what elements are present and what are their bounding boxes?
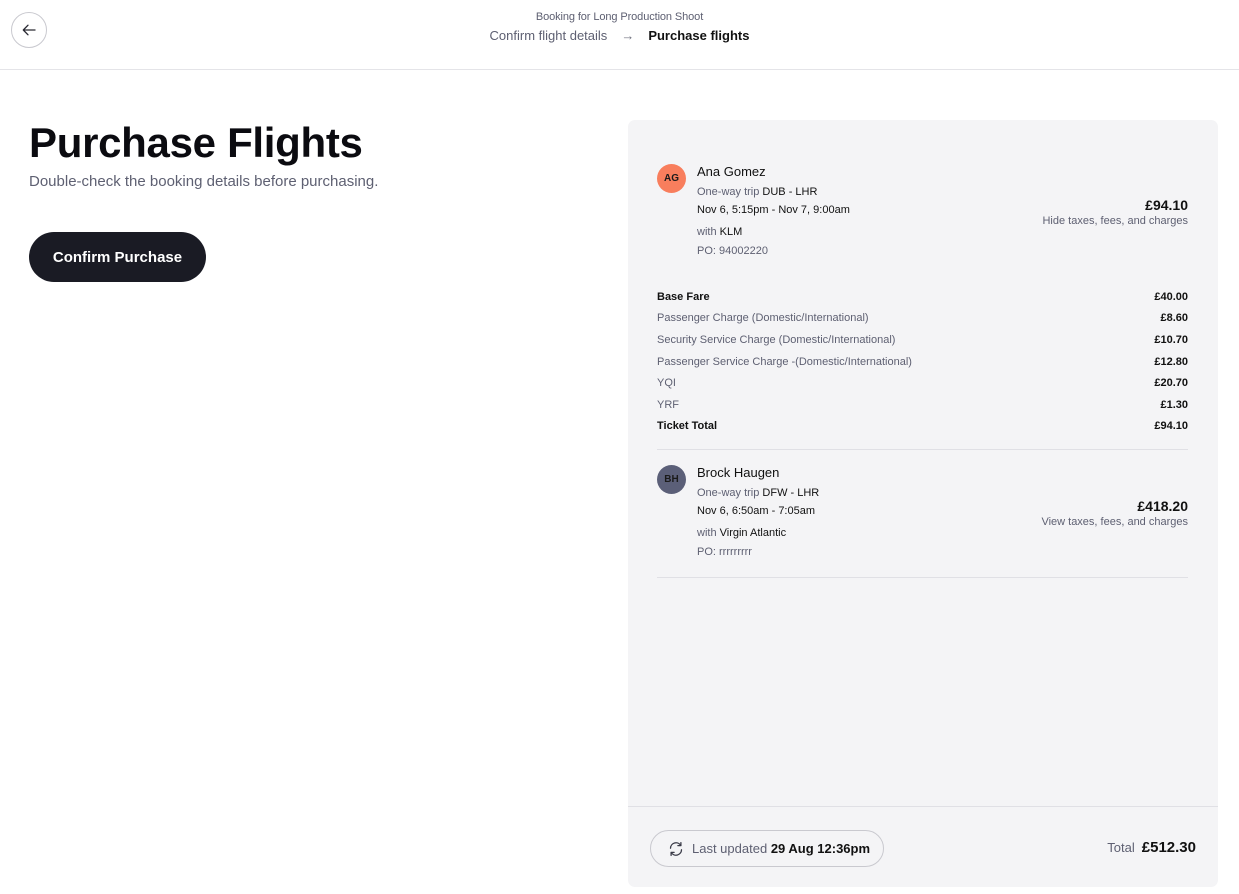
avatar: BH — [657, 465, 686, 494]
last-updated-label: Last updated — [692, 841, 768, 856]
trip-type: One-way trip — [697, 487, 760, 499]
fee-label: YRF — [657, 398, 679, 411]
fee-label: Passenger Service Charge -(Domestic/Inte… — [657, 355, 912, 368]
fee-value: £94.10 — [1154, 420, 1188, 433]
flight-times: Nov 6, 5:15pm - Nov 7, 9:00am — [697, 204, 850, 216]
fee-breakdown: Base Fare £40.00 Passenger Charge (Domes… — [657, 286, 1188, 437]
order-total: Total £512.30 — [1107, 839, 1196, 856]
fee-value: £10.70 — [1154, 333, 1188, 346]
route: DUB - LHR — [762, 186, 818, 198]
total-value: £512.30 — [1141, 839, 1196, 856]
fee-label: Passenger Charge (Domestic/International… — [657, 312, 869, 325]
refresh-icon — [669, 841, 683, 856]
fee-row: YRF £1.30 — [657, 394, 1188, 416]
route: DFW - LHR — [762, 487, 820, 499]
fee-label: Ticket Total — [657, 420, 718, 433]
view-taxes-link[interactable]: View taxes, fees, and charges — [1041, 516, 1188, 528]
page-subtitle: Double-check the booking details before … — [29, 173, 379, 190]
with-label: with — [697, 527, 717, 539]
airline: KLM — [719, 226, 743, 238]
passenger-name: Ana Gomez — [697, 164, 766, 179]
passenger-name: Brock Haugen — [697, 465, 780, 480]
fee-row: YQI £20.70 — [657, 372, 1188, 394]
fee-value: £12.80 — [1154, 355, 1188, 368]
divider — [657, 449, 1188, 450]
passenger-price: £94.10 — [1145, 197, 1188, 213]
fee-label: Base Fare — [657, 290, 710, 303]
confirm-purchase-button[interactable]: Confirm Purchase — [29, 232, 206, 282]
last-updated-value: 29 Aug 12:36pm — [770, 841, 871, 856]
po-number: PO: rrrrrrrrr — [697, 546, 752, 558]
fee-row: Passenger Service Charge -(Domestic/Inte… — [657, 351, 1188, 373]
booking-details-panel: AG Ana Gomez One-way trip DUB - LHR Nov … — [628, 120, 1218, 887]
refresh-button[interactable]: Last updated 29 Aug 12:36pm — [650, 830, 884, 867]
airline: Virgin Atlantic — [719, 527, 787, 539]
fee-value: £8.60 — [1160, 312, 1188, 325]
avatar: AG — [657, 164, 686, 193]
ticket-total-row: Ticket Total £94.10 — [657, 416, 1188, 438]
total-label: Total — [1107, 840, 1135, 855]
fee-value: £1.30 — [1160, 398, 1188, 411]
hide-taxes-link[interactable]: Hide taxes, fees, and charges — [1042, 215, 1188, 227]
fee-value: £40.00 — [1154, 290, 1188, 303]
fee-row: Base Fare £40.00 — [657, 286, 1188, 308]
po-number: PO: 94002220 — [697, 245, 768, 257]
fee-value: £20.70 — [1154, 377, 1188, 390]
fee-row: Security Service Charge (Domestic/Intern… — [657, 329, 1188, 351]
top-bar: Booking for Long Production Shoot Confir… — [0, 0, 1239, 70]
breadcrumb-purchase-flights: Purchase flights — [648, 28, 750, 43]
flight-times: Nov 6, 6:50am - 7:05am — [697, 505, 816, 517]
fee-row: Passenger Charge (Domestic/International… — [657, 308, 1188, 330]
purchase-summary: Purchase Flights Double-check the bookin… — [29, 119, 378, 282]
breadcrumb: Booking for Long Production Shoot Confir… — [0, 11, 1239, 43]
panel-footer: Last updated 29 Aug 12:36pm Total £512.3… — [628, 806, 1218, 887]
breadcrumb-confirm-flight-details[interactable]: Confirm flight details — [490, 28, 608, 43]
page-title: Purchase Flights — [29, 119, 363, 166]
fee-label: Security Service Charge (Domestic/Intern… — [657, 333, 896, 346]
passenger-price: £418.20 — [1137, 498, 1188, 514]
trip-type: One-way trip — [697, 186, 760, 198]
with-label: with — [697, 226, 717, 238]
arrow-right-icon: → — [621, 28, 635, 43]
fee-label: YQI — [657, 377, 676, 390]
booking-subtitle: Booking for Long Production Shoot — [535, 11, 704, 23]
divider — [657, 577, 1188, 578]
